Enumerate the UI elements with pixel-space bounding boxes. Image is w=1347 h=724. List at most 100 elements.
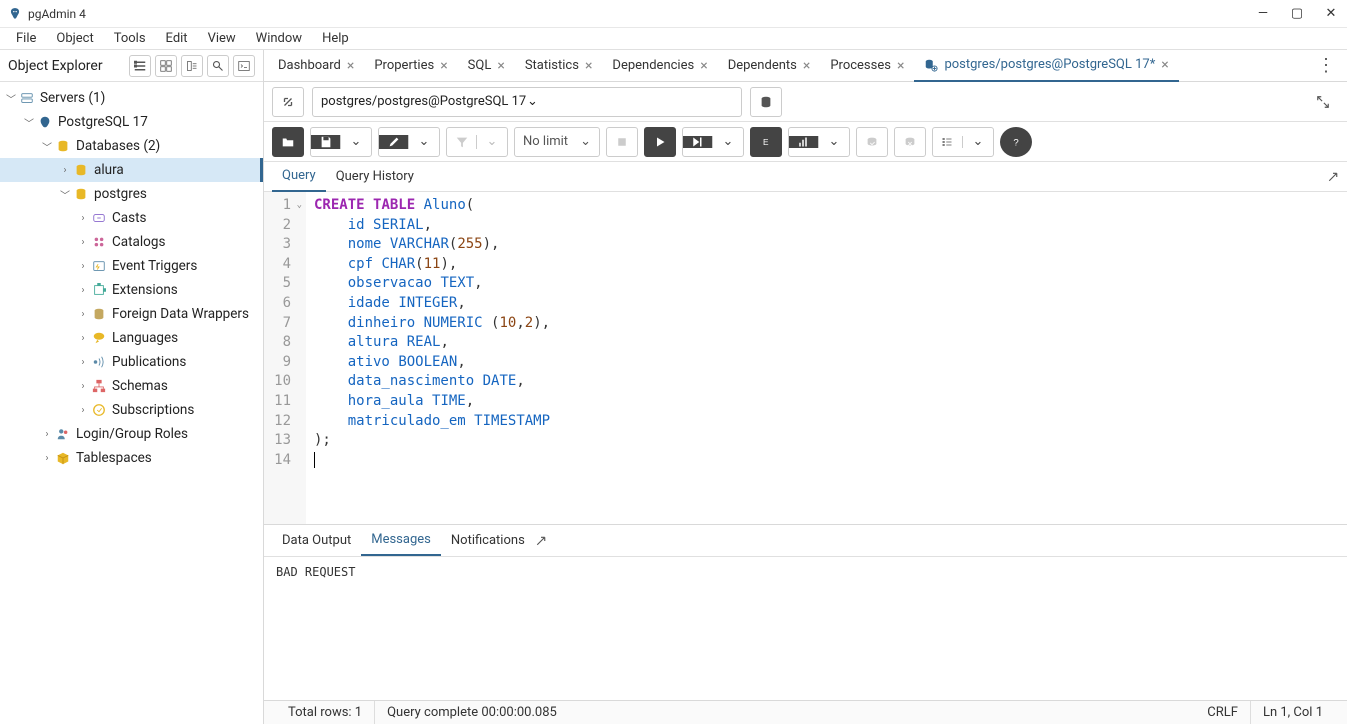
chevron-right-icon[interactable]: › [76, 237, 90, 248]
close-icon[interactable]: × [585, 58, 592, 74]
menu-tools[interactable]: Tools [106, 29, 154, 48]
minimize-button[interactable]: — [1255, 6, 1271, 21]
menu-object[interactable]: Object [48, 29, 101, 48]
editor-code[interactable]: CREATE TABLE Aluno( id SERIAL, nome VARC… [306, 192, 1347, 524]
tree-node-languages[interactable]: ›Languages [0, 326, 263, 350]
connection-select[interactable]: postgres/postgres@PostgreSQL 17⌄ [312, 87, 742, 117]
tab-properties[interactable]: Properties× [364, 50, 457, 82]
tree-node-publications[interactable]: ›Publications [0, 350, 263, 374]
open-file-button[interactable] [272, 127, 304, 157]
rollback-button[interactable] [894, 127, 926, 157]
tree-node-catalogs[interactable]: ›Catalogs [0, 230, 263, 254]
chevron-right-icon[interactable]: › [76, 285, 90, 296]
menu-help[interactable]: Help [314, 29, 357, 48]
grid-icon[interactable] [155, 55, 177, 77]
tree-node-casts[interactable]: ›Casts [0, 206, 263, 230]
output-tab-notifications[interactable]: Notifications [441, 526, 535, 556]
explain-button[interactable]: E [750, 127, 782, 157]
chevron-down-icon[interactable]: ﹀ [58, 187, 72, 202]
stop-button[interactable] [606, 127, 638, 157]
save-dropdown-button[interactable]: ⌄ [341, 134, 371, 149]
object-explorer-sidebar: Object Explorer ﹀Servers (1) ﹀PostgreSQL… [0, 50, 264, 724]
chevron-right-icon[interactable]: › [76, 309, 90, 320]
expand-editor-icon[interactable] [1327, 171, 1339, 183]
object-tree[interactable]: ﹀Servers (1) ﹀PostgreSQL 17 ﹀Databases (… [0, 82, 263, 724]
close-icon[interactable]: × [497, 58, 504, 74]
filter-button[interactable] [447, 135, 477, 149]
output-tab-data[interactable]: Data Output [272, 526, 361, 556]
tree-node-tablespaces[interactable]: ›Tablespaces [0, 446, 263, 470]
close-icon[interactable]: × [700, 58, 707, 74]
chevron-down-icon[interactable]: ﹀ [22, 115, 36, 130]
explain-analyze-button[interactable] [789, 136, 819, 148]
tab-query-tool[interactable]: postgres/postgres@PostgreSQL 17*× [914, 50, 1178, 82]
new-connection-button[interactable] [750, 87, 782, 117]
save-button[interactable] [311, 135, 341, 149]
macros-dropdown-button[interactable]: ⌄ [963, 134, 993, 149]
close-icon[interactable]: × [897, 58, 904, 74]
tab-dashboard[interactable]: Dashboard× [268, 50, 364, 82]
tree-node-extensions[interactable]: ›Extensions [0, 278, 263, 302]
close-icon[interactable]: × [803, 58, 810, 74]
limit-select[interactable]: No limit⌄ [514, 127, 600, 157]
tree-node-schemas[interactable]: ›Schemas [0, 374, 263, 398]
filter-dropdown-button[interactable]: ⌄ [477, 134, 507, 149]
menu-view[interactable]: View [200, 29, 244, 48]
tree-node-alura[interactable]: ›alura [0, 158, 263, 182]
menu-edit[interactable]: Edit [158, 29, 196, 48]
tree-node-pg17[interactable]: ﹀PostgreSQL 17 [0, 110, 263, 134]
filter-tree-icon[interactable] [129, 55, 151, 77]
chevron-right-icon[interactable]: › [76, 261, 90, 272]
subtab-history[interactable]: Query History [326, 162, 424, 192]
close-button[interactable]: ✕ [1323, 6, 1339, 21]
expand-output-icon[interactable] [535, 535, 547, 547]
tree-node-event-triggers[interactable]: ›Event Triggers [0, 254, 263, 278]
output-tab-messages[interactable]: Messages [361, 526, 441, 556]
tree-node-databases[interactable]: ﹀Databases (2) [0, 134, 263, 158]
kebab-menu-icon[interactable]: ⋮ [1309, 55, 1343, 76]
explain-dropdown-button[interactable]: ⌄ [819, 134, 849, 149]
tree-node-postgres[interactable]: ﹀postgres [0, 182, 263, 206]
execute-dropdown-button[interactable]: ⌄ [713, 134, 743, 149]
macros-button[interactable] [933, 136, 963, 148]
edit-dropdown-button[interactable]: ⌄ [409, 134, 439, 149]
chevron-down-icon[interactable]: ﹀ [4, 91, 18, 106]
chevron-right-icon[interactable]: › [76, 357, 90, 368]
menu-window[interactable]: Window [248, 29, 310, 48]
tab-processes[interactable]: Processes× [820, 50, 914, 82]
chevron-right-icon[interactable]: › [76, 333, 90, 344]
terminal-icon[interactable] [233, 55, 255, 77]
tab-dependencies[interactable]: Dependencies× [602, 50, 717, 82]
tab-dependents[interactable]: Dependents× [718, 50, 821, 82]
menu-file[interactable]: File [8, 29, 44, 48]
tab-sql[interactable]: SQL× [458, 50, 515, 82]
tree-node-subscriptions[interactable]: ›Subscriptions [0, 398, 263, 422]
subtab-query[interactable]: Query [272, 162, 326, 192]
sql-editor[interactable]: 1⌄234567891011121314 CREATE TABLE Aluno(… [264, 192, 1347, 524]
filter-group: ⌄ [446, 127, 508, 157]
execute-button[interactable] [644, 127, 676, 157]
tree-node-fdw[interactable]: ›Foreign Data Wrappers [0, 302, 263, 326]
chevron-right-icon[interactable]: › [40, 453, 54, 464]
search-icon[interactable] [207, 55, 229, 77]
reconnect-button[interactable] [272, 87, 304, 117]
help-button[interactable]: ? [1000, 127, 1032, 157]
tree-node-login-roles[interactable]: ›Login/Group Roles [0, 422, 263, 446]
chevron-right-icon[interactable]: › [76, 381, 90, 392]
chevron-down-icon[interactable]: ﹀ [40, 139, 54, 154]
chevron-right-icon[interactable]: › [76, 213, 90, 224]
expand-button[interactable] [1307, 87, 1339, 117]
chevron-right-icon[interactable]: › [40, 429, 54, 440]
chevron-right-icon[interactable]: › [76, 405, 90, 416]
maximize-button[interactable]: ▢ [1289, 6, 1305, 21]
execute-script-button[interactable] [683, 136, 713, 148]
collapse-icon[interactable] [181, 55, 203, 77]
close-icon[interactable]: × [440, 58, 447, 74]
close-icon[interactable]: × [347, 58, 354, 74]
close-icon[interactable]: × [1161, 57, 1168, 73]
tab-statistics[interactable]: Statistics× [515, 50, 603, 82]
commit-button[interactable] [856, 127, 888, 157]
edit-button[interactable] [379, 135, 409, 149]
chevron-right-icon[interactable]: › [58, 165, 72, 176]
tree-node-servers[interactable]: ﹀Servers (1) [0, 86, 263, 110]
